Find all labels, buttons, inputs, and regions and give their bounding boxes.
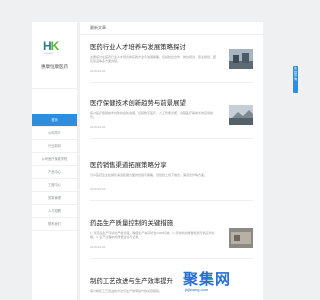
article-title[interactable]: 制药工艺改进与生产效率提升: [90, 276, 173, 285]
article-thumbnail[interactable]: [229, 228, 253, 248]
logo[interactable]: HK: [43, 39, 65, 53]
divider: [90, 138, 253, 139]
list-item[interactable]: 医药销售渠道拓展策略分享 分享医药企业在销售渠道拓展方面的经验与策略，包括线上线…: [80, 160, 263, 198]
list-item[interactable]: 医药行业人才培养与发展策略探讨 主要探讨在医药行业人才培养的实践方法与发展策略，…: [80, 42, 263, 80]
article-summary: 探讨医疗保健技术创新的最新进展，包括数字医疗、人工智能诊断、远程医疗等技术的应用…: [90, 111, 214, 120]
article-summary: 主要探讨在医药行业人才培养的实践方法与发展策略，包括校企合作、岗位培训、职业规划…: [90, 55, 217, 64]
divider: [90, 200, 253, 201]
nav-item-careers[interactable]: 人才招聘: [32, 205, 77, 218]
article-title[interactable]: 医药行业人才培养与发展策略探讨: [90, 42, 186, 51]
nav-item-quality[interactable]: 质量管理: [32, 192, 77, 205]
article-date: 2019-06-26: [90, 69, 106, 73]
article-summary: 分享医药企业在销售渠道拓展方面的经验与策略，包括线上线下融合、渠道合作等方面。: [90, 173, 208, 177]
sidebar: HK HUIKANG 惠康恒康医药 首页 公司简介 行业新闻 公司医疗保健学院 …: [32, 22, 77, 300]
article-thumbnail[interactable]: [229, 49, 253, 69]
online-consult-tab[interactable]: 在线咨询: [293, 66, 298, 93]
watermark: 聚集网: [183, 271, 232, 288]
nav-item-news[interactable]: 行业新闻: [32, 140, 77, 153]
article-title[interactable]: 医疗保健技术创新趋势与前景展望: [90, 98, 186, 107]
nav-item-about[interactable]: 公司简介: [32, 127, 77, 140]
article-title[interactable]: 医药销售渠道拓展策略分享: [90, 160, 167, 169]
divider: [90, 258, 253, 259]
nav-item-academy[interactable]: 公司医疗保健学院: [32, 153, 77, 166]
list-item[interactable]: 制药工艺改进与生产效率提升 探讨制药工艺改进的方法与生产效率提升的关键措施。: [80, 276, 263, 300]
article-list: 最新文章 医药行业人才培养与发展策略探讨 主要探讨在医药行业人才培养的实践方法与…: [80, 22, 263, 300]
divider: [90, 82, 253, 83]
logo-subtext: HUIKANG: [44, 53, 54, 55]
article-date: 2019-06-26: [90, 125, 106, 129]
brand-name: 惠康恒康医药: [41, 64, 68, 69]
article-thumbnail[interactable]: [229, 105, 253, 125]
list-item[interactable]: 药品生产质量控制的关键措施 1. 对药品生产环境的严格管理，确保生产车间符合GM…: [80, 218, 263, 256]
article-summary: 1. 对药品生产环境的严格管理，确保生产车间符合GMP标准；2. 原材料的质量检…: [90, 231, 215, 240]
watermark-url: jujiwang.com: [185, 287, 209, 292]
list-item[interactable]: 医疗保健技术创新趋势与前景展望 探讨医疗保健技术创新的最新进展，包括数字医疗、人…: [80, 98, 263, 136]
article-date: 2019-06-26: [90, 245, 106, 249]
logo-area: HK HUIKANG 惠康恒康医药: [32, 22, 77, 89]
sidebar-nav: 首页 公司简介 行业新闻 公司医疗保健学院 产品中心 工程中心 质量管理 人才招…: [32, 114, 77, 231]
nav-item-home[interactable]: 首页: [32, 114, 77, 127]
nav-item-products[interactable]: 产品中心: [32, 166, 77, 179]
section-title: 最新文章: [80, 22, 263, 35]
article-title[interactable]: 药品生产质量控制的关键措施: [90, 218, 173, 227]
nav-item-contact[interactable]: 联系我们: [32, 218, 77, 231]
article-date: 2019-06-26: [90, 187, 106, 191]
nav-item-engineering[interactable]: 工程中心: [32, 179, 77, 192]
